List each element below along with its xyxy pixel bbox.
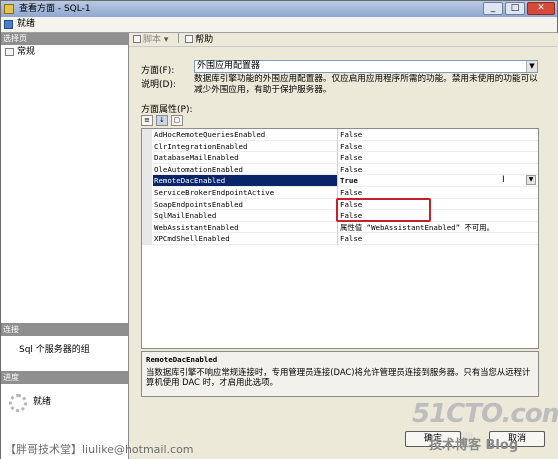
row-gutter (142, 221, 152, 234)
property-row[interactable]: WebAssistantEnabled 属性值 “WebAssistantEna… (142, 221, 538, 234)
property-value[interactable]: False (338, 141, 538, 153)
page-item-general[interactable]: 常规 (1, 45, 128, 59)
toolbar-separator (178, 33, 180, 43)
select-page-header: 选择页 (1, 33, 128, 45)
maximize-button[interactable]: □ (505, 2, 525, 15)
alphabetical-icon[interactable]: ↓ (155, 115, 168, 126)
property-row[interactable]: ClrIntegrationEnabled False (142, 140, 538, 153)
title-bar: 查看方面 - SQL-1 _ □ ✕ (1, 1, 557, 17)
author-watermark: 【胖哥技术堂】liulike@hotmail.com (5, 443, 194, 456)
script-button[interactable]: 脚本 ▾ (133, 33, 168, 47)
info-icon (4, 20, 13, 29)
progress-spinner-icon (9, 394, 27, 412)
script-label: 脚本 (143, 35, 162, 45)
property-name: AdHocRemoteQueriesEnabled (153, 129, 338, 141)
property-value[interactable]: False (338, 152, 538, 164)
toolbar: 脚本 ▾ 帮助 (129, 33, 557, 47)
help-body: 当数据库引擎不响应常规连接时，专用管理员连接(DAC)将允许管理员连接到服务器。… (146, 367, 531, 387)
property-name: OleAutomationEnabled (153, 163, 338, 176)
annotation-highlight-box (336, 198, 431, 222)
progress-header: 进度 (1, 372, 128, 384)
property-name: SoapEndpointsEnabled (153, 198, 338, 211)
property-value[interactable]: False (338, 129, 538, 141)
facet-dropdown[interactable]: 外围应用配置器 ▼ (194, 60, 538, 73)
help-button[interactable]: 帮助 (185, 33, 213, 47)
row-gutter (142, 198, 152, 211)
left-pane: 选择页 常规 连接 Sql 个服务器的组 进度 就绪 (1, 33, 129, 459)
window-title: 查看方面 - SQL-1 (19, 4, 91, 14)
property-value[interactable]: False (338, 164, 538, 176)
grid-toolbar: ≡ ↓ ▢ (141, 115, 183, 127)
main-pane: 脚本 ▾ 帮助 方面(F): 外围应用配置器 ▼ 说明(D): 数据库引擎功能的… (129, 33, 558, 459)
page-icon (5, 48, 14, 56)
chevron-down-icon: ▾ (163, 35, 169, 45)
chevron-down-icon[interactable]: ▼ (526, 61, 537, 72)
property-name: DatabaseMailEnabled (153, 152, 338, 164)
property-grid: AdHocRemoteQueriesEnabled False ClrInteg… (141, 128, 539, 349)
property-value-editor[interactable]: True (338, 175, 538, 187)
property-name: ClrIntegrationEnabled (153, 140, 338, 153)
facet-properties-label: 方面属性(P): (141, 105, 193, 115)
property-row-selected[interactable]: RemoteDacEnabled True I ▼ (142, 175, 538, 187)
row-gutter (142, 186, 152, 199)
description-label: 说明(D): (141, 80, 176, 90)
connection-value: Sql 个服务器的组 (19, 345, 90, 355)
chevron-down-icon[interactable]: ▼ (526, 175, 536, 186)
script-icon (133, 35, 141, 43)
help-title: RemoteDacEnabled (146, 355, 218, 364)
categorized-icon[interactable]: ≡ (141, 115, 153, 126)
site-watermark: 51CTO.com (412, 399, 558, 429)
property-name: XPCmdShellEnabled (153, 233, 338, 245)
page-item-label: 常规 (17, 47, 36, 57)
help-icon (185, 35, 194, 43)
view-facets-window: 查看方面 - SQL-1 _ □ ✕ 就绪 选择页 常规 连接 Sql 个服务器… (0, 0, 558, 459)
property-value[interactable]: False (338, 187, 538, 199)
blog-watermark: 技术博客 Blog (429, 438, 519, 453)
close-button[interactable]: ✕ (527, 2, 555, 15)
property-name: ServiceBrokerEndpointActive (153, 186, 338, 199)
property-value[interactable]: 属性值 “WebAssistantEnabled” 不可用。 (338, 222, 538, 234)
property-row[interactable]: AdHocRemoteQueriesEnabled False (142, 129, 538, 141)
status-text: 就绪 (17, 19, 36, 29)
help-label: 帮助 (195, 35, 214, 45)
property-name: RemoteDacEnabled (153, 175, 338, 187)
property-name: SqlMailEnabled (153, 210, 338, 222)
minimize-button[interactable]: _ (483, 2, 503, 15)
status-bar: 就绪 (1, 17, 557, 33)
property-row[interactable]: ServiceBrokerEndpointActive False (142, 186, 538, 199)
facet-label: 方面(F): (141, 66, 175, 76)
connection-section: 连接 Sql 个服务器的组 (1, 323, 128, 371)
property-pages-icon[interactable]: ▢ (170, 115, 183, 126)
window-icon (4, 4, 14, 14)
property-name: WebAssistantEnabled (153, 221, 338, 234)
progress-status: 就绪 (33, 397, 52, 407)
row-gutter (142, 152, 152, 164)
property-row[interactable]: DatabaseMailEnabled False (142, 152, 538, 164)
row-gutter (142, 210, 152, 222)
row-gutter (142, 175, 152, 187)
row-gutter (142, 140, 152, 153)
property-value[interactable]: False (338, 233, 538, 245)
row-gutter (142, 163, 152, 176)
row-gutter (142, 129, 152, 141)
facet-description: 数据库引擎功能的外围应用配置器。仅应启用应用程序所需的功能。禁用未使用的功能可以… (194, 74, 538, 95)
connection-header: 连接 (1, 324, 128, 336)
property-row[interactable]: XPCmdShellEnabled False (142, 233, 538, 245)
facet-selected-value: 外围应用配置器 (197, 61, 261, 71)
property-help-panel: RemoteDacEnabled 当数据库引擎不响应常规连接时，专用管理员连接(… (141, 351, 539, 397)
property-row[interactable]: OleAutomationEnabled False (142, 163, 538, 176)
text-cursor-icon: I (502, 175, 505, 186)
row-gutter (142, 233, 152, 245)
